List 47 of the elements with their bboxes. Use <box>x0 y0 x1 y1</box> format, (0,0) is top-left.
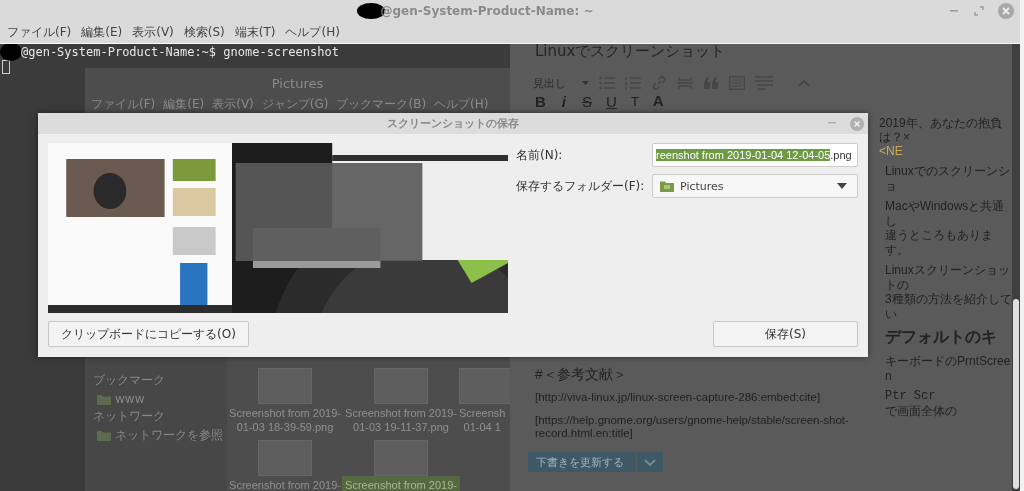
file-thumbnail[interactable] <box>258 368 312 404</box>
file-name[interactable]: Screenshot from 2019- <box>342 476 460 491</box>
field-label: 名前(N): <box>516 147 564 164</box>
save-button[interactable]: 保存(S) <box>713 321 858 347</box>
notice-link[interactable]: <NE <box>879 144 903 158</box>
file-thumbnail[interactable] <box>374 368 428 404</box>
editor-text: [http://viva-linux.jp/linux-screen-capture-286:embed:cite] <box>535 391 822 404</box>
sidebar-item[interactable]: www <box>115 392 145 406</box>
file-thumbnail[interactable] <box>459 368 510 404</box>
terminal-line: @gen-System-Product-Name:~$ gnome-screenshot <box>21 45 339 59</box>
caret-icon <box>837 183 847 189</box>
dialog-title: スクリーンショットの保存 <box>386 116 520 131</box>
preview-heading: デフォルトのキ <box>885 327 998 347</box>
code-text: Ptr Scr <box>885 389 936 404</box>
menu-item[interactable]: 表示(V) <box>212 96 254 113</box>
scrollbar-thumb[interactable] <box>1013 299 1019 489</box>
menu-item[interactable]: 表示(V) <box>132 24 174 41</box>
file-thumbnail[interactable] <box>374 440 428 476</box>
menu-item[interactable]: 編集(E) <box>81 24 123 41</box>
file-name[interactable]: Screenshot from 2019- 01-03 19-11-37.png <box>342 404 460 436</box>
menu-item[interactable]: ヘルプ(H) <box>285 24 340 41</box>
file-name[interactable]: Screensh 01-04 1 <box>459 404 509 436</box>
file-name[interactable]: Screenshot from 2019- <box>227 476 344 491</box>
minimize-icon[interactable] <box>950 9 960 13</box>
redaction-mark <box>0 44 22 61</box>
copy-to-clipboard-button[interactable]: クリップボードにコピーする(O) <box>48 321 249 347</box>
minimize-icon[interactable] <box>828 122 836 125</box>
filename-field[interactable]: reenshot from 2019-01-04 12-04-05.png <box>652 143 858 167</box>
menu-item[interactable]: 端末(T) <box>234 24 276 41</box>
close-icon[interactable] <box>998 3 1014 19</box>
caret-icon <box>582 81 589 85</box>
folder-icon <box>660 180 674 192</box>
editor-text: [https://help.gnome.org/users/gnome-help/stable/screen-shot-record.html.en:title] <box>535 414 850 440</box>
maximize-icon[interactable] <box>974 6 984 16</box>
folder-icon <box>97 393 111 405</box>
scrollbar[interactable] <box>1012 44 1020 491</box>
file-name[interactable]: Screenshot from 2019- 01-03 18-39-59.png <box>227 404 344 436</box>
update-draft-button[interactable]: 下書きを更新する <box>528 452 636 472</box>
close-icon[interactable] <box>850 116 864 131</box>
folder-icon <box>97 429 111 441</box>
menu-item[interactable]: 検索(S) <box>183 24 225 41</box>
text-cursor <box>2 60 10 74</box>
folder-dropdown[interactable]: Pictures <box>652 174 858 198</box>
menu-item[interactable]: ファイル(F) <box>7 24 72 41</box>
field-label: 保存するフォルダー(F): <box>516 178 646 195</box>
window-title: Pictures <box>270 75 325 91</box>
file-thumbnail[interactable] <box>258 440 312 476</box>
